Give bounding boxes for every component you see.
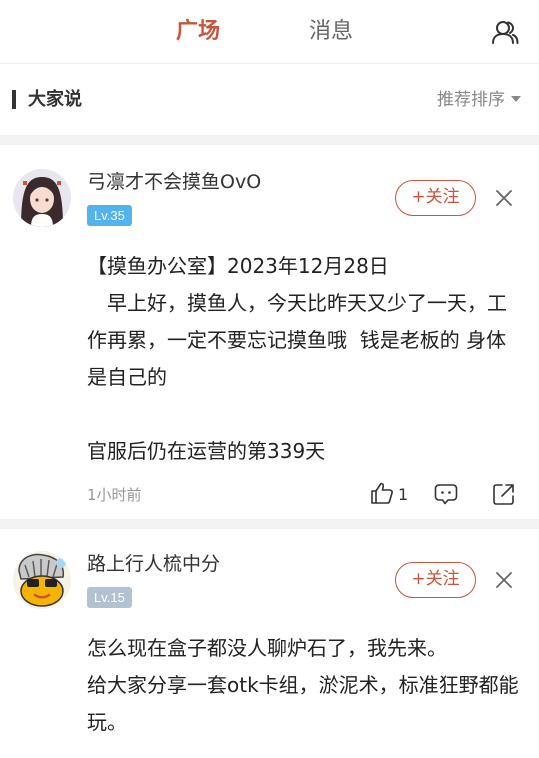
divider: [0, 135, 539, 145]
level-badge: Lv.15: [87, 587, 132, 608]
section-header: 大家说 推荐排序: [0, 65, 539, 135]
follow-button[interactable]: +关注: [395, 180, 476, 216]
follow-button[interactable]: +关注: [395, 562, 476, 598]
close-icon[interactable]: [494, 570, 514, 590]
section-marker: [12, 90, 16, 109]
username[interactable]: 路上行人梳中分: [87, 551, 220, 577]
post-text[interactable]: 【摸鱼办公室】2023年12月28日 早上好，摸鱼人，今天比昨天又少了一天，工作…: [87, 248, 523, 470]
sort-dropdown[interactable]: 推荐排序: [437, 87, 521, 113]
post-text[interactable]: 怎么现在盒子都没人聊炉石了，我先来。 给大家分享一套otk卡组，淤泥术，标准狂野…: [87, 630, 523, 741]
like-count: 1: [398, 485, 409, 504]
post-time: 1小时前: [87, 486, 142, 504]
section-title: 大家说: [28, 89, 82, 110]
sort-label: 推荐排序: [437, 90, 505, 110]
username[interactable]: 弓凛才不会摸鱼OvO: [87, 169, 261, 195]
level-badge: Lv.35: [87, 205, 132, 226]
people-icon[interactable]: [491, 19, 519, 45]
caret-down-icon: [511, 96, 521, 102]
post-card: 路上行人梳中分 Lv.15 +关注 怎么现在盒子都没人聊炉石了，我先来。 给大家…: [0, 529, 539, 758]
divider: [0, 519, 539, 529]
avatar[interactable]: [13, 551, 71, 609]
tab-messages[interactable]: 消息: [309, 16, 353, 48]
close-icon[interactable]: [494, 188, 514, 208]
tab-square[interactable]: 广场: [176, 16, 220, 48]
comment-icon[interactable]: [434, 483, 458, 505]
top-nav: 广场 消息: [0, 0, 539, 64]
post-card: 弓凛才不会摸鱼OvO Lv.35 +关注 【摸鱼办公室】2023年12月28日 …: [0, 145, 539, 519]
share-icon[interactable]: [492, 482, 516, 506]
like-icon[interactable]: [370, 481, 394, 505]
avatar[interactable]: [13, 169, 71, 227]
